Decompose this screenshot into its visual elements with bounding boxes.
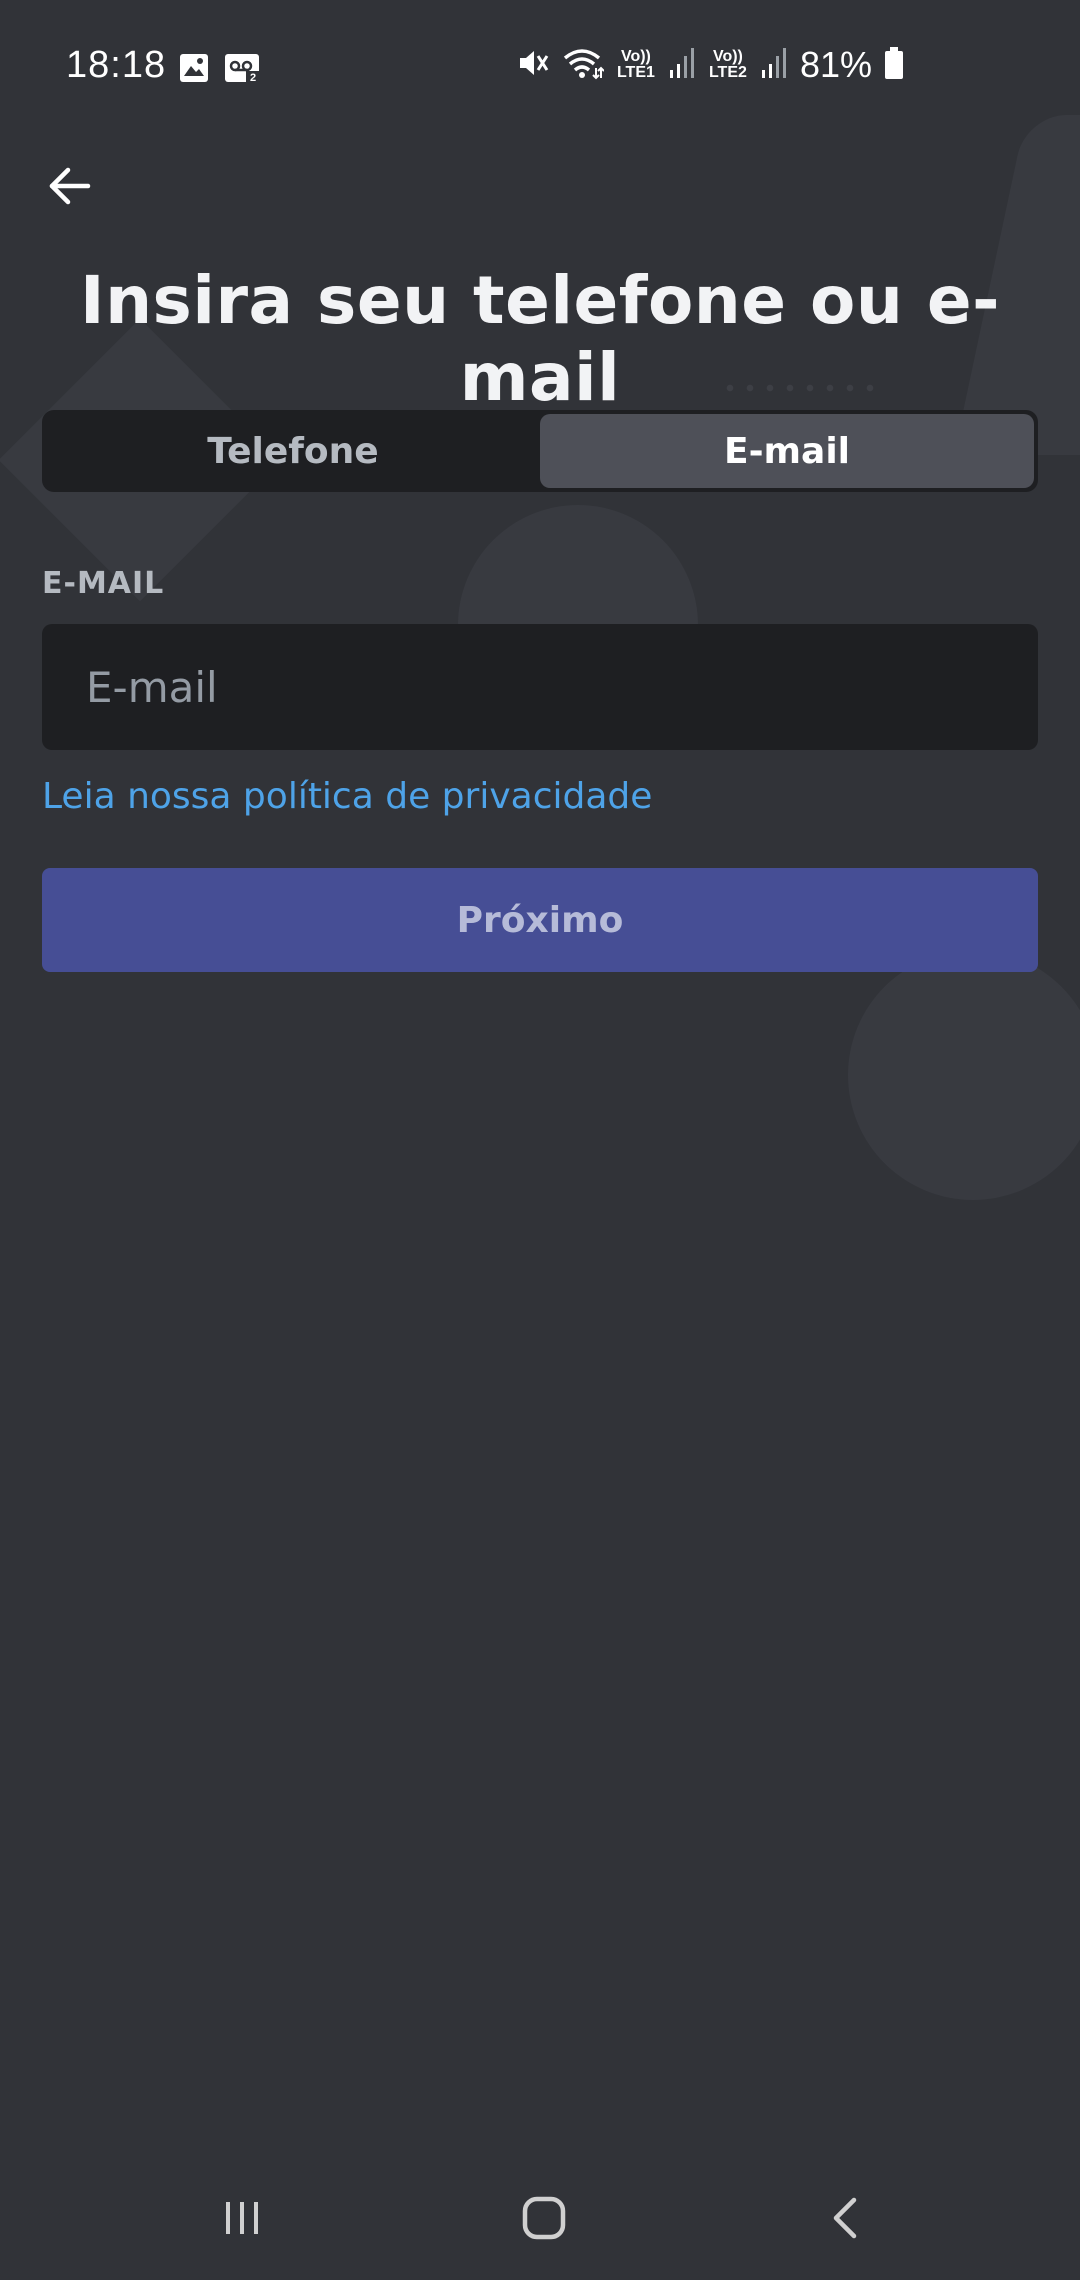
battery-icon bbox=[884, 46, 904, 85]
sim2-lte-label: Vo)) LTE2 bbox=[708, 48, 747, 81]
contact-method-tabs: Telefone E-mail bbox=[42, 410, 1038, 492]
tab-email[interactable]: E-mail bbox=[540, 414, 1034, 488]
home-button[interactable] bbox=[484, 2160, 604, 2280]
signal-icon bbox=[668, 46, 696, 85]
mute-icon bbox=[516, 46, 550, 85]
email-field-label: E-MAIL bbox=[42, 566, 165, 601]
battery-percent: 81% bbox=[799, 44, 872, 85]
status-bar: 18:18 2 Vo)) LTE1 Vo)) LTE2 81% bbox=[0, 0, 1080, 135]
page-title: Insira seu telefone ou e-mail bbox=[80, 262, 1000, 416]
status-time: 18:18 bbox=[66, 44, 167, 86]
navigation-bar bbox=[0, 2160, 1080, 2280]
signal-icon-sim2 bbox=[760, 46, 788, 85]
privacy-policy-link[interactable]: Leia nossa política de privacidade bbox=[42, 776, 652, 817]
svg-text:2: 2 bbox=[250, 72, 256, 84]
sim1-lte-label: Vo)) LTE1 bbox=[616, 48, 655, 81]
back-button[interactable] bbox=[40, 158, 100, 218]
status-system-icons: Vo)) LTE1 Vo)) LTE2 81% bbox=[516, 44, 904, 86]
status-notification-icons: 2 bbox=[178, 52, 262, 89]
home-icon bbox=[520, 2194, 568, 2246]
next-button[interactable]: Próximo bbox=[42, 868, 1038, 972]
recent-apps-button[interactable] bbox=[182, 2160, 302, 2280]
back-nav-icon bbox=[826, 2194, 866, 2246]
email-field[interactable] bbox=[42, 624, 1038, 750]
back-nav-button[interactable] bbox=[786, 2160, 906, 2280]
recent-apps-icon bbox=[220, 2196, 264, 2244]
background-circle-decoration-right bbox=[848, 950, 1080, 1200]
voicemail-icon: 2 bbox=[224, 52, 262, 89]
tab-phone[interactable]: Telefone bbox=[46, 414, 540, 488]
gallery-icon bbox=[178, 52, 210, 89]
wifi-icon bbox=[562, 46, 605, 85]
arrow-left-icon bbox=[46, 162, 94, 214]
